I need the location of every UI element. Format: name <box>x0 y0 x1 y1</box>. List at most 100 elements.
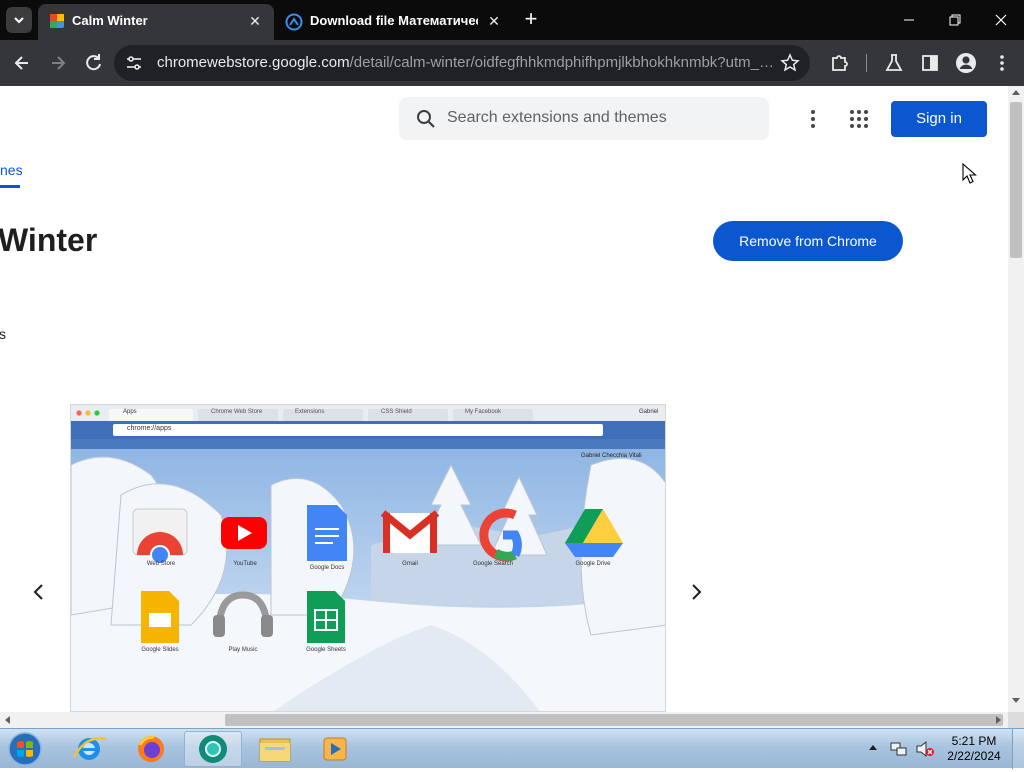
google-apps-button[interactable] <box>846 106 872 132</box>
show-hidden-icons-button[interactable] <box>869 745 877 750</box>
docs-icon <box>307 505 347 561</box>
gmail-icon <box>380 510 440 553</box>
carousel-prev-button[interactable] <box>27 580 51 604</box>
browser-toolbar: chromewebstore.google.com/detail/calm-wi… <box>0 40 1024 86</box>
side-panel-icon <box>922 55 938 71</box>
restore-button[interactable] <box>932 0 978 40</box>
remove-from-chrome-button[interactable]: Remove from Chrome <box>713 221 903 261</box>
tab-close-icon[interactable]: ✕ <box>244 10 266 32</box>
taskbar: 5:21 PM 2/22/2024 <box>0 728 1024 769</box>
internet-explorer-icon <box>72 737 107 760</box>
preview-tab-2: Chrome Web Store <box>211 409 263 415</box>
sign-in-button[interactable]: Sign in <box>891 101 987 137</box>
slides-icon <box>141 591 179 643</box>
puzzle-icon <box>832 55 848 71</box>
show-desktop-button[interactable] <box>1012 729 1024 769</box>
themes-nav-tab[interactable]: nes <box>0 162 23 178</box>
horizontal-scrollbar[interactable] <box>0 712 1008 728</box>
url-text[interactable]: chromewebstore.google.com/detail/calm-wi… <box>157 54 777 71</box>
chevron-left-icon <box>33 584 43 600</box>
extensions-button[interactable] <box>826 49 854 77</box>
mouse-cursor-icon <box>962 163 977 184</box>
sheets-icon <box>307 591 345 643</box>
close-icon <box>995 14 1007 26</box>
clock-date: 2/22/2024 <box>947 749 1001 763</box>
flask-icon <box>885 54 903 71</box>
chrome-beta-icon <box>199 735 227 763</box>
plus-icon: + <box>524 6 538 31</box>
app-label: Google Docs <box>309 565 345 571</box>
theme-preview-image: Apps Chrome Web Store Extensions CSS Shi… <box>70 404 666 712</box>
scroll-left-arrow-icon[interactable] <box>5 716 10 724</box>
tab-search-button[interactable] <box>6 7 32 33</box>
site-info-icon[interactable] <box>125 54 143 72</box>
preview-tab-5: My Facebook <box>465 409 502 415</box>
tab-title: Download file Математически <box>310 13 478 28</box>
app-label: Play Music <box>228 647 258 653</box>
minimize-icon <box>904 19 914 21</box>
bookmark-star-icon[interactable] <box>780 53 800 73</box>
reload-button[interactable] <box>80 49 108 77</box>
scroll-right-arrow-icon[interactable] <box>996 716 1001 724</box>
url-host: chromewebstore.google.com <box>157 54 350 71</box>
vertical-scroll-thumb[interactable] <box>1010 102 1022 258</box>
preview-tab-4: CSS Shield <box>381 409 412 415</box>
download-favicon-icon <box>285 13 303 31</box>
network-icon[interactable] <box>890 740 908 758</box>
minimize-button[interactable] <box>886 0 932 40</box>
forward-button[interactable] <box>44 49 72 77</box>
tab-close-icon[interactable]: ✕ <box>483 10 505 32</box>
file-explorer-taskbar-button[interactable] <box>252 731 298 767</box>
tab-calm-winter[interactable]: Calm Winter ✕ <box>38 4 274 40</box>
volume-muted-icon[interactable] <box>915 740 935 758</box>
preview-tab-1: Apps <box>123 409 137 415</box>
app-label: Gmail <box>402 561 418 567</box>
preview-user-name: Gabriel Checchia Vitali <box>581 453 642 459</box>
scroll-down-arrow-icon[interactable] <box>1012 698 1020 703</box>
labs-button[interactable] <box>880 49 908 77</box>
search-box[interactable]: Search extensions and themes <box>399 97 769 140</box>
vertical-scrollbar[interactable] <box>1008 86 1024 712</box>
carousel-next-button[interactable] <box>684 580 708 604</box>
more-options-button[interactable] <box>801 106 825 132</box>
preview-address: chrome://apps <box>127 425 172 432</box>
horizontal-scroll-thumb[interactable] <box>225 714 1003 726</box>
chrome-menu-button[interactable] <box>988 49 1016 77</box>
firefox-taskbar-button[interactable] <box>128 731 174 767</box>
profile-button[interactable] <box>952 49 980 77</box>
avatar-icon <box>956 53 976 73</box>
side-panel-button[interactable] <box>916 49 944 77</box>
url-path: /detail/calm-winter/oidfegfhhkmdphifhpmj… <box>349 54 777 71</box>
tab-download-file[interactable]: Download file Математически ✕ <box>276 4 514 40</box>
arrow-right-icon <box>52 56 66 70</box>
chrome-taskbar-button[interactable] <box>184 731 242 767</box>
reload-icon <box>86 54 101 71</box>
app-label: Google Slides <box>141 647 179 653</box>
close-window-button[interactable] <box>978 0 1024 40</box>
chevron-down-icon <box>14 17 24 24</box>
more-vert-icon <box>1000 55 1004 71</box>
chevron-right-icon <box>692 584 702 600</box>
address-bar[interactable]: chromewebstore.google.com/detail/calm-wi… <box>114 45 810 81</box>
app-label: Google Drive <box>575 561 611 567</box>
details-text-fragment: s <box>0 326 6 342</box>
internet-explorer-taskbar-button[interactable] <box>66 731 112 767</box>
start-button[interactable] <box>4 731 46 767</box>
media-player-taskbar-button[interactable] <box>312 731 358 767</box>
search-icon <box>417 110 435 128</box>
back-button[interactable] <box>8 49 36 77</box>
arrow-left-icon <box>14 56 28 70</box>
app-label: Google Sheets <box>306 647 346 653</box>
scroll-up-arrow-icon[interactable] <box>1012 90 1020 95</box>
system-clock[interactable]: 5:21 PM 2/22/2024 <box>940 734 1008 764</box>
preview-profile-name: Gabriel <box>639 409 659 415</box>
search-placeholder: Search extensions and themes <box>447 109 667 126</box>
theme-favicon-icon <box>50 14 64 28</box>
new-tab-button[interactable]: + <box>518 7 544 33</box>
apps-grid-icon <box>850 110 868 128</box>
preview-scene <box>71 405 665 711</box>
clock-time: 5:21 PM <box>951 734 997 748</box>
toolbar-divider <box>866 54 867 72</box>
app-label: YouTube <box>233 561 257 567</box>
app-label: Web Store <box>146 561 176 567</box>
